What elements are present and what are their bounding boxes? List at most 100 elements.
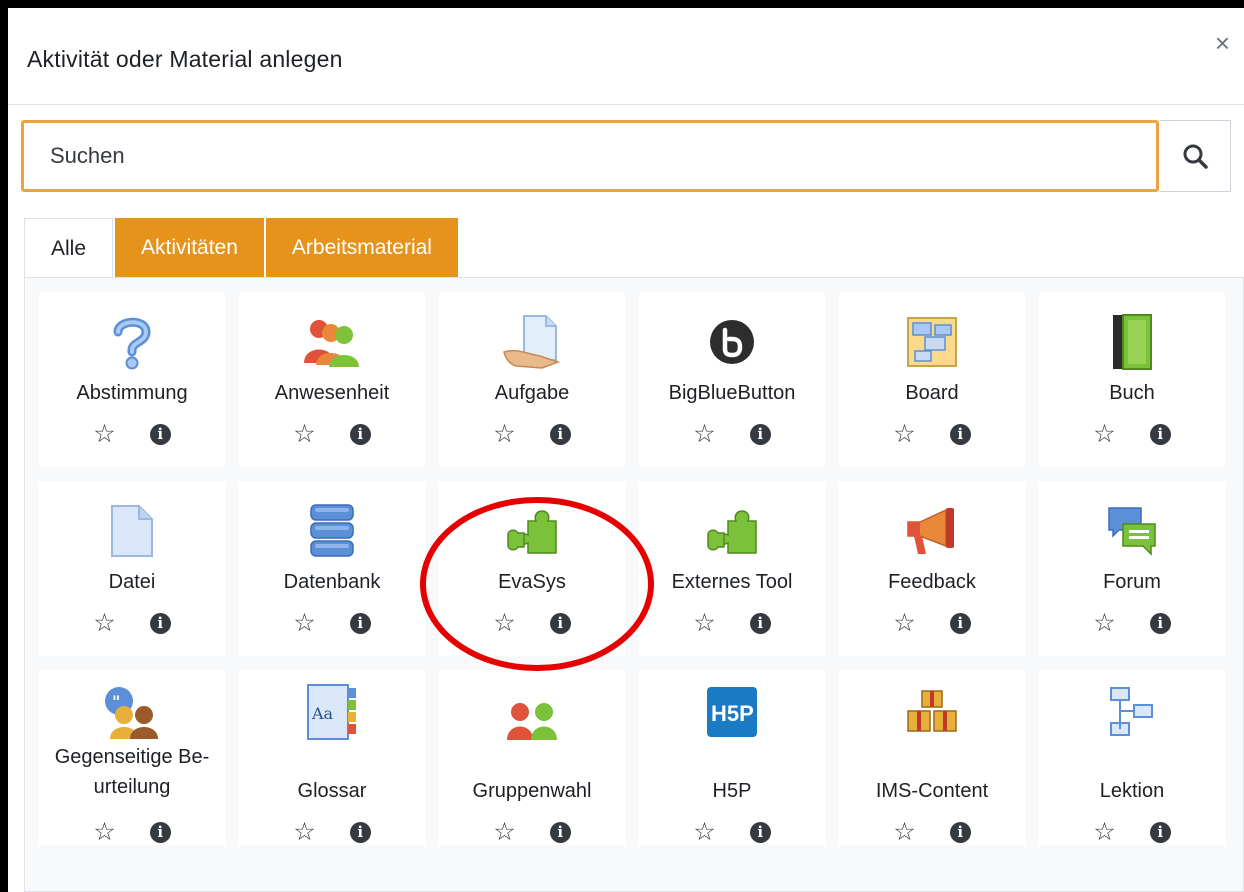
star-icon[interactable]: ☆: [893, 819, 915, 845]
info-icon[interactable]: i: [349, 821, 371, 843]
info-icon[interactable]: i: [949, 423, 971, 445]
board-icon: [907, 317, 957, 367]
tab-resources[interactable]: Arbeitsmaterial: [263, 218, 458, 278]
star-icon[interactable]: ☆: [1093, 819, 1115, 845]
info-icon[interactable]: i: [749, 612, 771, 634]
star-icon[interactable]: ☆: [93, 819, 115, 845]
tile-label: Lektion: [1099, 780, 1165, 802]
info-icon[interactable]: i: [1149, 423, 1171, 445]
tile-label: Gruppenwahl: [472, 780, 592, 802]
speech-bubbles-icon: [1108, 507, 1156, 556]
search-bar: [21, 120, 1231, 192]
info-icon[interactable]: i: [149, 612, 171, 634]
tile-h5p[interactable]: H5P H5P ☆ i: [639, 670, 825, 845]
star-icon[interactable]: ☆: [693, 819, 715, 845]
info-icon[interactable]: i: [549, 612, 571, 634]
info-icon[interactable]: i: [949, 821, 971, 843]
tile-label: Gegenseitige Be- urteilung: [54, 746, 210, 798]
tab-all[interactable]: Alle: [24, 218, 114, 278]
tile-label: Externes Tool: [671, 571, 793, 593]
tab-activities[interactable]: Aktivitäten: [113, 218, 264, 278]
tile-evasys[interactable]: EvaSys ☆ i: [439, 481, 625, 656]
tile-label: Glossar: [297, 780, 367, 802]
tile-lektion[interactable]: Lektion ☆ i: [1039, 670, 1225, 845]
info-icon[interactable]: i: [149, 821, 171, 843]
info-icon[interactable]: i: [149, 423, 171, 445]
dialog-title: Aktivität oder Material anlegen: [27, 46, 343, 72]
file-icon: [111, 505, 153, 557]
tile-bigbluebutton[interactable]: BigBlueButton ☆ i: [639, 292, 825, 467]
star-icon[interactable]: ☆: [93, 610, 115, 636]
star-icon[interactable]: ☆: [93, 421, 115, 447]
tile-label: Datenbank: [283, 571, 381, 593]
question-mark-icon: [113, 317, 151, 370]
tile-label: Buch: [1109, 382, 1155, 404]
tile-label: BigBlueButton: [668, 382, 796, 404]
star-icon[interactable]: ☆: [493, 819, 515, 845]
svg-text:H5P: H5P: [711, 701, 754, 726]
star-icon[interactable]: ☆: [893, 421, 915, 447]
boxes-icon: [907, 690, 957, 732]
info-icon[interactable]: i: [749, 423, 771, 445]
tile-label: IMS-Content: [875, 780, 989, 802]
tile-label: Datei: [108, 571, 156, 593]
dialog-header: Aktivität oder Material anlegen ×: [8, 8, 1244, 105]
peer-review-icon: ": [105, 687, 158, 739]
tile-label: Anwesenheit: [274, 382, 390, 404]
info-icon[interactable]: i: [1149, 821, 1171, 843]
star-icon[interactable]: ☆: [693, 421, 715, 447]
star-icon[interactable]: ☆: [293, 610, 315, 636]
info-icon[interactable]: i: [749, 821, 771, 843]
h5p-logo-icon: H5P: [707, 687, 757, 737]
megaphone-icon: [907, 508, 954, 554]
book-icon: [1113, 314, 1152, 370]
star-icon[interactable]: ☆: [893, 610, 915, 636]
bigbluebutton-logo-icon: [710, 320, 754, 364]
tile-externes-tool[interactable]: Externes Tool ☆ i: [639, 481, 825, 656]
tile-forum[interactable]: Forum ☆ i: [1039, 481, 1225, 656]
lesson-tree-icon: [1110, 687, 1153, 736]
star-icon[interactable]: ☆: [1093, 421, 1115, 447]
group-choice-icon: [507, 703, 557, 740]
search-button[interactable]: [1159, 120, 1231, 192]
tile-board[interactable]: Board ☆ i: [839, 292, 1025, 467]
database-icon: [310, 504, 354, 557]
info-icon[interactable]: i: [349, 423, 371, 445]
star-icon[interactable]: ☆: [693, 610, 715, 636]
tile-label: Board: [905, 382, 959, 404]
star-icon[interactable]: ☆: [493, 610, 515, 636]
tile-label: Aufgabe: [494, 382, 570, 404]
tile-label: H5P: [712, 780, 752, 802]
activity-chooser-dialog: Aktivität oder Material anlegen × Alle A…: [8, 8, 1244, 892]
tile-feedback[interactable]: Feedback ☆ i: [839, 481, 1025, 656]
star-icon[interactable]: ☆: [293, 421, 315, 447]
search-input[interactable]: [21, 120, 1159, 192]
star-icon[interactable]: ☆: [493, 421, 515, 447]
info-icon[interactable]: i: [949, 612, 971, 634]
tile-buch[interactable]: Buch ☆ i: [1039, 292, 1225, 467]
close-button[interactable]: ×: [1215, 30, 1230, 56]
svg-text:Aa: Aa: [311, 704, 334, 723]
star-icon[interactable]: ☆: [293, 819, 315, 845]
tile-abstimmung[interactable]: Abstimmung ☆ i: [39, 292, 225, 467]
star-icon[interactable]: ☆: [1093, 610, 1115, 636]
tile-datenbank[interactable]: Datenbank ☆ i: [239, 481, 425, 656]
module-grid: Abstimmung ☆ i Anwesenheit ☆ i Aufgabe ☆…: [39, 292, 1225, 845]
puzzle-icon: [707, 510, 757, 554]
puzzle-icon: [507, 510, 557, 554]
info-icon[interactable]: i: [549, 423, 571, 445]
tile-datei[interactable]: Datei ☆ i: [39, 481, 225, 656]
tile-aufgabe[interactable]: Aufgabe ☆ i: [439, 292, 625, 467]
tile-gegenseitige-beurteilung[interactable]: " Gegenseitige Be- urteilung ☆ i: [39, 670, 225, 845]
tile-ims-content[interactable]: IMS-Content ☆ i: [839, 670, 1025, 845]
hand-document-icon: [503, 315, 561, 369]
glossary-icon: Aa: [307, 684, 356, 740]
tile-anwesenheit[interactable]: Anwesenheit ☆ i: [239, 292, 425, 467]
tile-gruppenwahl[interactable]: Gruppenwahl ☆ i: [439, 670, 625, 845]
info-icon[interactable]: i: [1149, 612, 1171, 634]
tile-label: Abstimmung: [76, 382, 188, 404]
info-icon[interactable]: i: [349, 612, 371, 634]
info-icon[interactable]: i: [549, 821, 571, 843]
tile-label: Feedback: [888, 571, 976, 593]
tile-glossar[interactable]: Aa Glossar ☆ i: [239, 670, 425, 845]
